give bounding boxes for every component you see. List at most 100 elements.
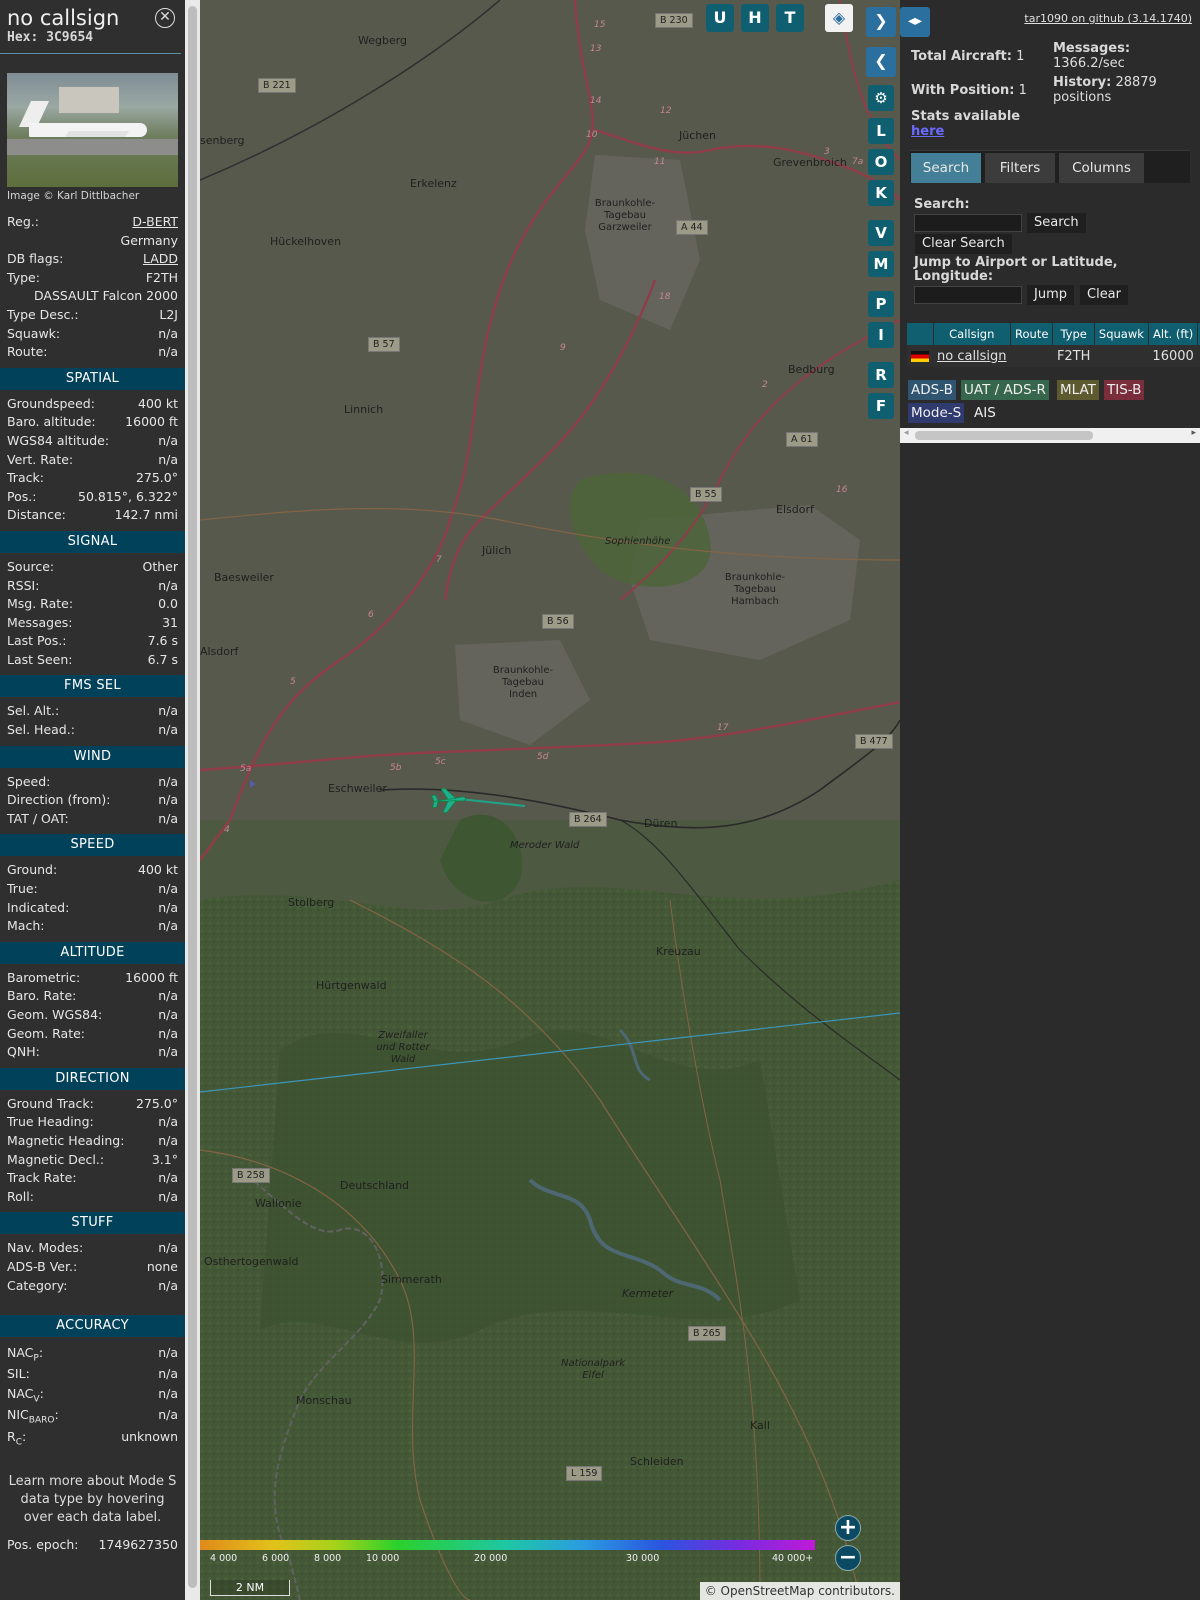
map-route-ref: 11 xyxy=(654,157,666,167)
tab-filters[interactable]: Filters xyxy=(985,153,1055,183)
with-position-label: With Position: xyxy=(911,83,1015,98)
map-view[interactable]: Wegberg Jüchen Grevenbroich Erkelenz Hückelh… xyxy=(200,0,900,1600)
map-place-label: Jüchen xyxy=(679,129,716,142)
scroll-left-icon[interactable]: ◂ xyxy=(904,428,909,438)
row-alt: 16000 xyxy=(1148,345,1198,367)
zoom-in-icon[interactable]: + xyxy=(835,1515,861,1541)
map-button-i[interactable]: I xyxy=(868,322,894,348)
expand-right-icon[interactable]: ❯ xyxy=(866,7,896,37)
info-value[interactable]: LADD xyxy=(143,250,178,269)
map-road-label: A 61 xyxy=(786,432,818,447)
github-link[interactable]: tar1090 on github (3.14.1740) xyxy=(1024,12,1192,25)
map-route-ref: 4 xyxy=(224,825,230,835)
map-button-t[interactable]: T xyxy=(776,4,804,32)
source-badge-tis-b[interactable]: TIS-B xyxy=(1104,380,1145,400)
scroll-right-icon[interactable]: ▸ xyxy=(1191,428,1196,438)
map-route-ref: 5 xyxy=(290,677,296,687)
map-button-m[interactable]: M xyxy=(868,251,894,277)
map-road-label: B 264 xyxy=(569,812,607,827)
detail-scrollbar-thumb[interactable] xyxy=(188,6,197,1588)
info-value: n/a xyxy=(158,432,178,448)
table-horizontal-scrollbar[interactable]: ◂ ▸ xyxy=(900,428,1200,443)
col-type[interactable]: Type xyxy=(1052,323,1095,345)
map-attribution[interactable]: © OpenStreetMap contributors. xyxy=(699,1582,900,1600)
info-value[interactable]: D-BERT xyxy=(132,213,178,232)
layers-icon[interactable]: ◈ xyxy=(825,4,853,32)
map-route-ref: 13 xyxy=(590,44,602,54)
source-badge-ads-b[interactable]: ADS-B xyxy=(908,380,956,400)
info-row: True Heading: n/a xyxy=(0,1113,185,1132)
col-callsign[interactable]: Callsign xyxy=(933,323,1012,345)
map-route-ref: 18 xyxy=(659,292,671,302)
section-header-wind: WIND xyxy=(0,745,185,768)
stats-link[interactable]: here xyxy=(911,124,1020,139)
map-place-label: Stolberg xyxy=(288,896,335,909)
source-badge-ais[interactable]: AIS xyxy=(971,403,999,423)
info-row: Geom. WGS84: n/a xyxy=(0,1006,185,1025)
map-button-u[interactable]: U xyxy=(706,4,734,32)
info-row: Baro. Rate: n/a xyxy=(0,987,185,1006)
map-road-label: A 44 xyxy=(676,220,708,235)
clear-search-button[interactable]: Clear Search xyxy=(915,234,1012,254)
jump-input[interactable] xyxy=(914,286,1022,304)
info-row: Mach: n/a xyxy=(0,917,185,936)
search-button[interactable]: Search xyxy=(1027,213,1086,233)
info-row: WGS84 altitude: n/a xyxy=(0,432,185,451)
map-button-f[interactable]: F xyxy=(868,393,894,419)
col-squawk[interactable]: Squawk xyxy=(1094,323,1149,345)
map-road-label: B 265 xyxy=(688,1326,726,1341)
row-callsign[interactable]: no callsign xyxy=(933,345,1011,367)
info-label: Squawk: xyxy=(7,325,61,341)
table-scrollbar-thumb[interactable] xyxy=(915,431,1093,440)
info-label: Msg. Rate: xyxy=(7,596,74,612)
map-button-l[interactable]: L xyxy=(868,118,894,144)
info-value: n/a xyxy=(158,1025,178,1041)
table-row[interactable]: no callsign F2TH 16000 xyxy=(907,345,1200,367)
tab-columns[interactable]: Columns xyxy=(1059,153,1144,183)
zoom-out-icon[interactable]: − xyxy=(835,1545,861,1571)
map-road-label: L 159 xyxy=(566,1466,603,1481)
col-alt[interactable]: Alt. (ft) xyxy=(1148,323,1199,345)
map-place-label: Braunkohle-Tagebau Inden xyxy=(492,665,554,700)
total-aircraft-label: Total Aircraft: xyxy=(911,49,1012,64)
detail-scrollbar[interactable] xyxy=(185,0,200,1600)
clear-button[interactable]: Clear xyxy=(1080,285,1128,305)
info-value: n/a xyxy=(158,810,178,826)
search-input[interactable] xyxy=(914,214,1022,232)
settings-gear-icon[interactable]: ⚙ xyxy=(868,85,894,111)
map-route-ref: 3 xyxy=(824,147,830,157)
section-header-fms-sel: FMS SEL xyxy=(0,675,185,698)
collapse-left-icon[interactable]: ❮ xyxy=(866,47,896,77)
info-value: F2TH xyxy=(145,269,178,285)
source-badge-mlat[interactable]: MLAT xyxy=(1057,380,1099,400)
info-row: Messages: 31 xyxy=(0,614,185,633)
map-button-r[interactable]: R xyxy=(868,362,894,388)
info-label: Ground Track: xyxy=(7,1095,94,1111)
map-place-label: Simmerath xyxy=(381,1273,442,1286)
map-button-h[interactable]: H xyxy=(741,4,769,32)
map-route-ref: 9 xyxy=(560,343,566,353)
total-aircraft-value: 1 xyxy=(1016,49,1025,64)
source-badge-uat-ads-r[interactable]: UAT / ADS-R xyxy=(961,380,1049,400)
altitude-legend-label: 30 000 xyxy=(626,1553,660,1564)
info-label: Messages: xyxy=(7,614,73,630)
info-label: Category: xyxy=(7,1277,68,1293)
map-route-ref: 2 xyxy=(762,380,768,390)
info-row: Vert. Rate: n/a xyxy=(0,451,185,470)
info-value: n/a xyxy=(158,451,178,467)
source-badge-mode-s[interactable]: Mode-S xyxy=(908,403,965,423)
tab-search[interactable]: Search xyxy=(911,153,981,183)
altitude-legend-label: 4 000 xyxy=(210,1553,238,1564)
map-button-o[interactable]: O xyxy=(868,149,894,175)
nacp-label: NACP: xyxy=(7,1345,44,1364)
detail-header: no callsign Hex: 3C9654 ✕ xyxy=(0,0,181,54)
col-route[interactable]: Route xyxy=(1010,323,1054,345)
map-button-k[interactable]: K xyxy=(868,180,894,206)
toggle-sidebar-icon[interactable]: ◂▸ xyxy=(900,7,930,37)
map-button-v[interactable]: V xyxy=(868,220,894,246)
map-button-p[interactable]: P xyxy=(868,291,894,317)
jump-button[interactable]: Jump xyxy=(1027,285,1074,305)
row-type: F2TH xyxy=(1052,345,1095,367)
close-icon[interactable]: ✕ xyxy=(155,8,175,28)
aircraft-photo[interactable] xyxy=(7,73,178,187)
